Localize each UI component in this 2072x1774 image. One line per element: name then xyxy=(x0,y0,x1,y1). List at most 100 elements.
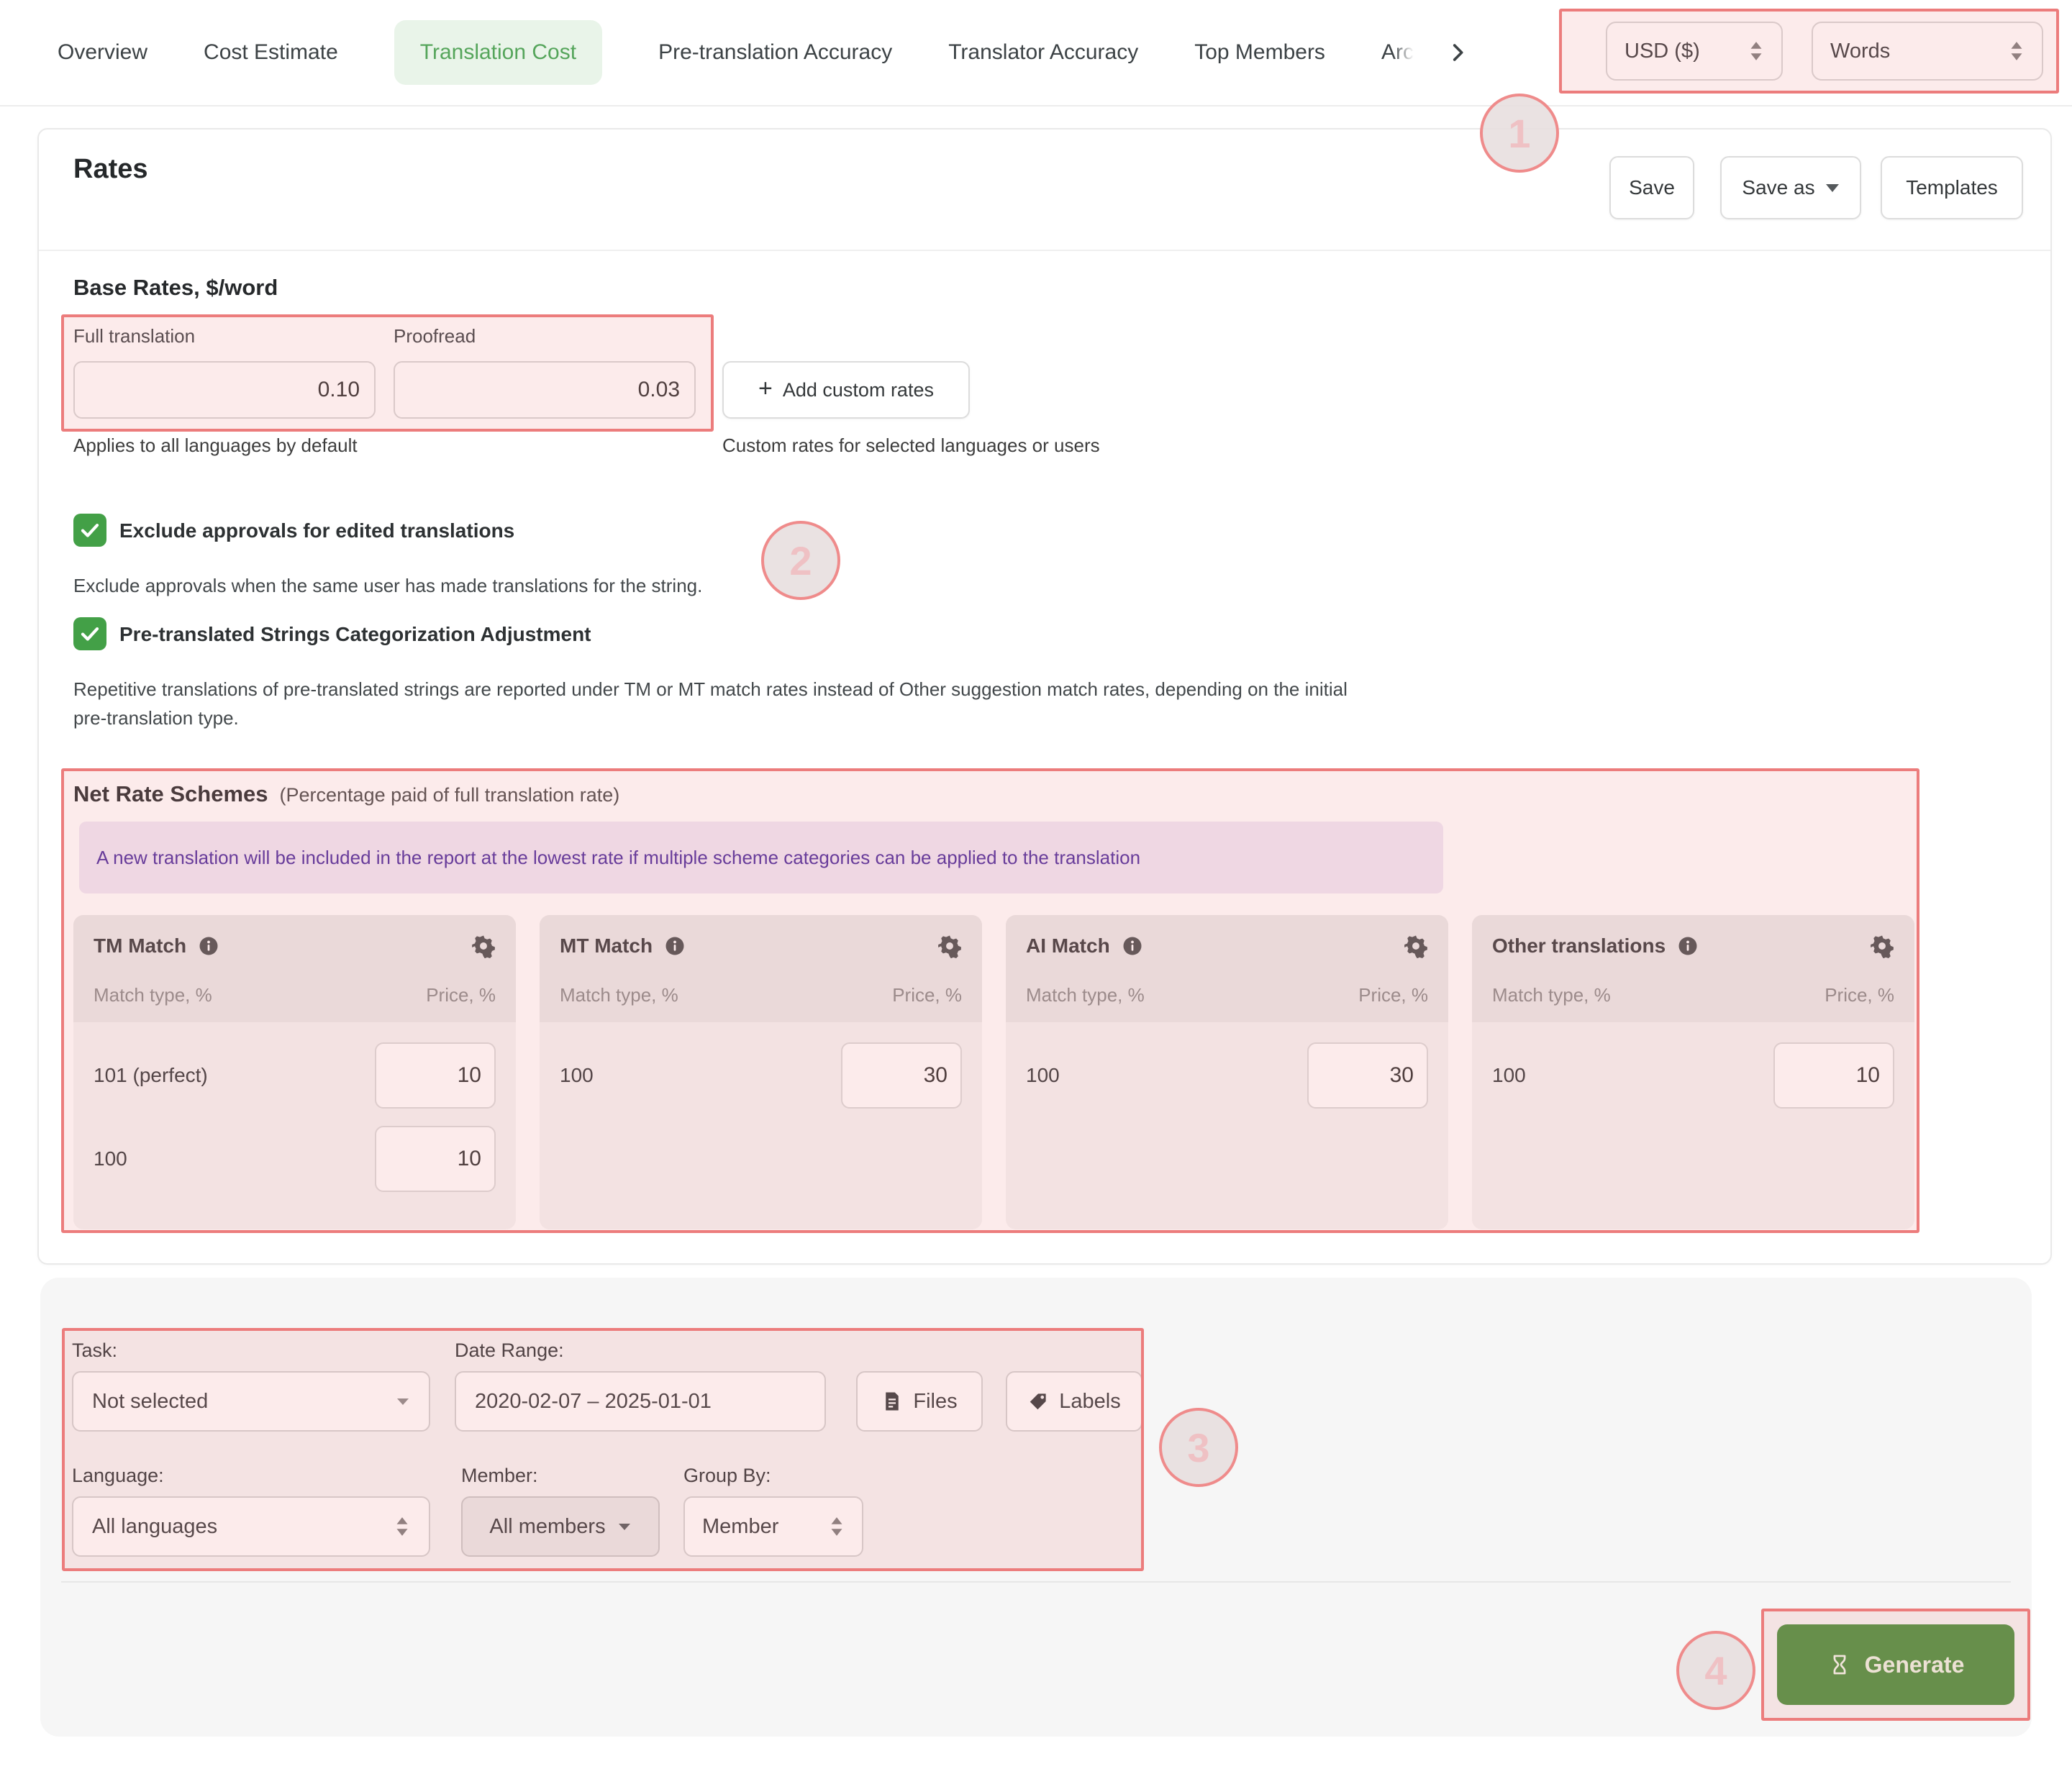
tag-icon xyxy=(1030,1393,1046,1410)
group-by-label: Group By: xyxy=(683,1465,771,1486)
other-translations-100-price-input[interactable]: 10 xyxy=(1773,1042,1894,1109)
tab-pre-translation-accuracy[interactable]: Pre-translation Accuracy xyxy=(658,40,892,65)
updown-arrows-icon xyxy=(1750,42,1762,60)
filters-divider xyxy=(61,1581,2011,1583)
other-translations-row: 100 10 xyxy=(1492,1042,1894,1109)
match-type-column-header: Match type, % xyxy=(94,984,212,1006)
save-as-button[interactable]: Save as xyxy=(1720,156,1861,219)
info-icon[interactable] xyxy=(1677,935,1699,957)
tm-match-100-price-input[interactable]: 10 xyxy=(375,1126,496,1192)
match-type-value: 100 xyxy=(1492,1064,1526,1086)
mt-match-100-price-input[interactable]: 30 xyxy=(841,1042,962,1109)
exclude-approvals-desc: Exclude approvals when the same user has… xyxy=(73,575,703,596)
save-button-label: Save xyxy=(1629,176,1675,199)
task-label: Task: xyxy=(72,1339,118,1361)
price-value: 10 xyxy=(1855,1063,1880,1087)
rates-card: Rates Save Save as Templates Base Rates,… xyxy=(37,128,2052,1265)
caret-down-icon xyxy=(397,1398,409,1405)
tm-match-title: TM Match xyxy=(94,934,187,957)
tab-overflow-truncated[interactable]: Arc xyxy=(1381,40,1414,65)
gear-icon[interactable] xyxy=(937,934,962,958)
gear-icon[interactable] xyxy=(1404,934,1428,958)
net-rate-schemes-subtitle: (Percentage paid of full translation rat… xyxy=(279,784,620,806)
full-translation-label: Full translation xyxy=(73,325,196,347)
labels-button[interactable]: Labels xyxy=(1006,1371,1142,1432)
exclude-approvals-label: Exclude approvals for edited translation… xyxy=(119,519,515,542)
match-type-column-header: Match type, % xyxy=(560,984,678,1006)
labels-button-label: Labels xyxy=(1059,1389,1121,1413)
other-translations-card-header: Other translations Match type, % Price, … xyxy=(1472,915,1914,1022)
mt-match-card: MT Match Match type, % Price, % 100 30 xyxy=(540,915,982,1229)
info-icon[interactable] xyxy=(1122,935,1143,957)
member-label: Member: xyxy=(461,1465,538,1486)
ai-match-row: 100 30 xyxy=(1026,1042,1428,1109)
proofread-rate-input[interactable]: 0.03 xyxy=(394,361,696,419)
tab-translation-cost[interactable]: Translation Cost xyxy=(394,20,603,85)
proofread-label: Proofread xyxy=(394,325,476,347)
info-icon[interactable] xyxy=(198,935,219,957)
tm-match-card: TM Match Match type, % Price, % 101 (per… xyxy=(73,915,516,1229)
check-icon xyxy=(81,627,99,641)
pretranslated-adjustment-desc: Repetitive translations of pre-translate… xyxy=(73,678,1348,729)
mt-match-row: 100 30 xyxy=(560,1042,962,1109)
net-rate-schemes-note: A new translation will be included in th… xyxy=(79,822,1443,893)
match-cards-row: TM Match Match type, % Price, % 101 (per… xyxy=(73,915,1914,1229)
proofread-rate-value: 0.03 xyxy=(637,378,680,401)
date-range-value: 2020-02-07 – 2025-01-01 xyxy=(475,1389,712,1413)
currency-select-value: USD ($) xyxy=(1625,39,1700,63)
templates-button-label: Templates xyxy=(1906,176,1998,199)
member-select[interactable]: All members xyxy=(461,1496,660,1557)
caret-down-icon xyxy=(1825,184,1839,192)
info-icon[interactable] xyxy=(664,935,686,957)
price-value: 30 xyxy=(923,1063,948,1087)
tabs-overflow-chevron-icon[interactable] xyxy=(1445,40,1470,65)
other-translations-card: Other translations Match type, % Price, … xyxy=(1472,915,1914,1229)
generate-button-label: Generate xyxy=(1864,1651,1965,1678)
group-by-select-value: Member xyxy=(702,1514,779,1538)
tab-cost-estimate[interactable]: Cost Estimate xyxy=(204,40,338,65)
report-filters-panel: Task: Date Range: Not selected 2020-02-0… xyxy=(40,1278,2032,1737)
match-type-value: 100 xyxy=(1026,1064,1060,1086)
gear-icon[interactable] xyxy=(1870,934,1894,958)
price-column-header: Price, % xyxy=(1825,984,1894,1006)
pretranslated-adjustment-checkbox[interactable] xyxy=(73,617,106,650)
mt-match-card-header: MT Match Match type, % Price, % xyxy=(540,915,982,1022)
ai-match-title: AI Match xyxy=(1026,934,1110,957)
generate-button[interactable]: Generate xyxy=(1777,1624,2014,1705)
price-value: 10 xyxy=(457,1147,481,1170)
tm-match-card-header: TM Match Match type, % Price, % xyxy=(73,915,516,1022)
language-select[interactable]: All languages xyxy=(72,1496,430,1557)
price-value: 10 xyxy=(457,1063,481,1087)
report-units-select[interactable]: Words xyxy=(1812,22,2043,81)
tm-match-row: 101 (perfect) 10 xyxy=(94,1042,496,1109)
base-rates-heading: Base Rates, $/word xyxy=(73,275,278,300)
exclude-approvals-checkbox[interactable] xyxy=(73,514,106,547)
plus-icon: + xyxy=(758,375,773,402)
add-custom-rates-button[interactable]: + Add custom rates xyxy=(722,361,970,419)
gear-icon[interactable] xyxy=(471,934,496,958)
base-rates-caption: Applies to all languages by default xyxy=(73,435,358,456)
tm-match-row: 100 10 xyxy=(94,1126,496,1192)
save-as-button-label: Save as xyxy=(1742,176,1815,199)
pretranslated-adjustment-label: Pre-translated Strings Categorization Ad… xyxy=(119,623,591,645)
date-range-input[interactable]: 2020-02-07 – 2025-01-01 xyxy=(455,1371,826,1432)
tab-overview[interactable]: Overview xyxy=(58,40,147,65)
files-button-label: Files xyxy=(913,1389,958,1413)
updown-arrows-icon xyxy=(396,1517,408,1536)
save-button[interactable]: Save xyxy=(1609,156,1694,219)
group-by-select[interactable]: Member xyxy=(683,1496,863,1557)
full-translation-rate-value: 0.10 xyxy=(317,378,360,401)
full-translation-rate-input[interactable]: 0.10 xyxy=(73,361,376,419)
files-button[interactable]: Files xyxy=(856,1371,983,1432)
templates-button[interactable]: Templates xyxy=(1881,156,2023,219)
tab-top-members[interactable]: Top Members xyxy=(1194,40,1325,65)
tm-match-101-price-input[interactable]: 10 xyxy=(375,1042,496,1109)
price-column-header: Price, % xyxy=(892,984,962,1006)
currency-select[interactable]: USD ($) xyxy=(1606,22,1783,81)
task-select[interactable]: Not selected xyxy=(72,1371,430,1432)
tab-translator-accuracy[interactable]: Translator Accuracy xyxy=(948,40,1138,65)
task-select-value: Not selected xyxy=(92,1389,209,1413)
ai-match-100-price-input[interactable]: 30 xyxy=(1307,1042,1428,1109)
add-custom-rates-label: Add custom rates xyxy=(782,378,934,401)
report-units-select-value: Words xyxy=(1830,39,1891,63)
